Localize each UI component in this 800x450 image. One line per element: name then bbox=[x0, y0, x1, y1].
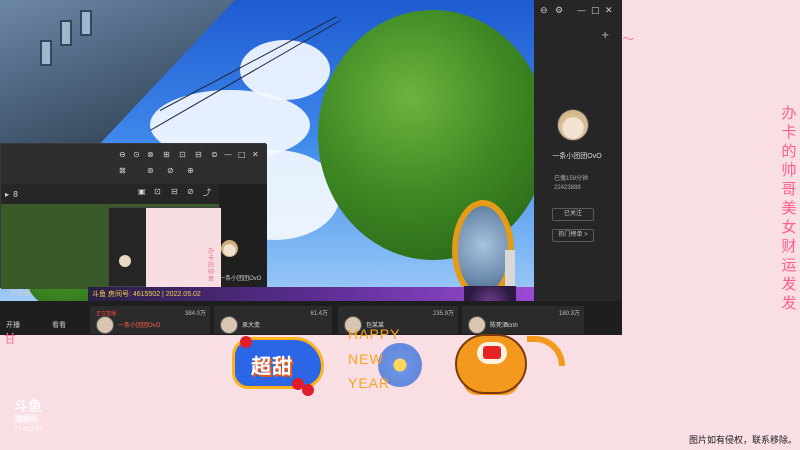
browser-label[interactable]: 浏览器 bbox=[10, 288, 31, 298]
tiger-mascot bbox=[455, 334, 527, 394]
new-year-word: HAPPY bbox=[348, 326, 401, 342]
slogan-char: 发 bbox=[781, 294, 797, 312]
card-name: 一条小团团OvO bbox=[118, 323, 161, 329]
character-thumbnail bbox=[464, 286, 516, 302]
card-avatar bbox=[468, 316, 486, 334]
preview-avatar bbox=[119, 255, 131, 267]
follow-button[interactable]: 已关注 bbox=[552, 208, 594, 221]
logo-subtitle: 直播间 bbox=[14, 414, 39, 423]
close-icon[interactable]: ✕ bbox=[605, 6, 613, 16]
minimize-icon[interactable]: — bbox=[577, 6, 586, 16]
toolbar-icon[interactable]: ⊟ bbox=[195, 150, 202, 159]
toolbar-icon[interactable]: ⊞ bbox=[163, 150, 170, 159]
card-name: 呆大变 bbox=[242, 323, 261, 329]
item-count: 8 bbox=[13, 190, 19, 199]
watch-button[interactable]: 看看 bbox=[52, 320, 66, 330]
new-year-word: YEAR bbox=[348, 375, 391, 391]
tree bbox=[318, 10, 548, 260]
card-avatar bbox=[220, 316, 238, 334]
maximize-icon[interactable]: □ bbox=[238, 150, 246, 159]
card-heat: 384.0万 bbox=[184, 311, 206, 317]
toolbar-icon[interactable]: ⊙ bbox=[133, 150, 140, 159]
cherry-icon bbox=[240, 336, 252, 348]
toolbar-icon[interactable]: ⊖ bbox=[119, 150, 126, 159]
minimize-circle-icon[interactable]: ⊖ bbox=[540, 6, 548, 16]
toolbar-icon[interactable]: ⊘ bbox=[167, 166, 174, 175]
streamer-name-small: 一条小团团OvO bbox=[219, 276, 262, 282]
new-year-word: NEW bbox=[348, 351, 384, 367]
toolbar-icon[interactable]: ⊕ bbox=[187, 166, 194, 175]
monorail-window bbox=[80, 10, 92, 36]
mini-side-text: 办卡的帅哥 bbox=[208, 248, 215, 283]
start-stream-button[interactable]: 开播 bbox=[6, 320, 20, 330]
red-envelope-icon bbox=[483, 346, 501, 359]
slogan-char: 美 bbox=[781, 199, 797, 217]
slogan-char: 办 bbox=[781, 104, 797, 122]
slogan-char: 发 bbox=[781, 275, 797, 293]
hot-rank-button[interactable]: 热门榜单 > bbox=[552, 229, 594, 242]
slogan-char: 运 bbox=[781, 256, 797, 274]
streamer-avatar[interactable] bbox=[557, 109, 589, 141]
stream-card[interactable]: 呆大变 61.4万 bbox=[214, 306, 332, 334]
toolbar-icon[interactable]: ⊡ bbox=[179, 150, 186, 159]
live-duration: 已播159分钟 bbox=[554, 176, 589, 182]
bell-icon[interactable]: ⊘ bbox=[187, 187, 194, 196]
room-id-watermark: 7746287 bbox=[14, 426, 44, 434]
card-name: 陈死酒cnh bbox=[490, 323, 518, 329]
monorail-window bbox=[60, 20, 72, 46]
maximize-icon[interactable]: □ bbox=[591, 6, 600, 16]
decor-glyph: 甘 bbox=[4, 332, 17, 346]
record-icon[interactable]: ▣ bbox=[138, 187, 146, 196]
stream-card[interactable]: 陈死酒cnh 180.3万 bbox=[462, 306, 584, 334]
card-heat: 61.4万 bbox=[310, 311, 328, 317]
close-icon[interactable]: ✕ bbox=[252, 150, 259, 159]
gift-icon[interactable]: ⊟ bbox=[171, 187, 178, 196]
toolbar-icon[interactable]: ⊗ bbox=[147, 150, 154, 159]
minimize-icon[interactable]: — bbox=[224, 150, 232, 159]
card-heat: 235.9万 bbox=[432, 311, 454, 317]
streamer-name: 一条小团团OvO bbox=[552, 153, 602, 160]
sticker-text: 超甜 bbox=[251, 354, 293, 378]
play-indicator-icon: ▸ bbox=[5, 190, 10, 199]
lock-icon[interactable]: ⊡ bbox=[154, 187, 161, 196]
toolbar-icon[interactable]: ⊛ bbox=[147, 166, 154, 175]
streamer-avatar-small[interactable] bbox=[221, 240, 238, 257]
settings-icon[interactable]: ⚙ bbox=[555, 6, 563, 16]
slogan-char: 财 bbox=[781, 237, 797, 255]
card-avatar bbox=[96, 316, 114, 334]
monorail-window bbox=[40, 40, 52, 66]
fan-count: 22423888 bbox=[554, 185, 581, 191]
slogan-char: 帅 bbox=[781, 161, 797, 179]
add-icon[interactable]: + bbox=[601, 30, 609, 41]
copyright-notice: 图片如有侵权，联系移除。 bbox=[689, 435, 798, 445]
slogan-char: 哥 bbox=[781, 180, 797, 198]
card-heat: 180.3万 bbox=[558, 311, 580, 317]
slogan-char: 卡 bbox=[781, 123, 797, 141]
tiger-tail bbox=[527, 336, 565, 366]
toolbar-icon[interactable]: ⊜ bbox=[211, 150, 218, 159]
streamer-panel: ⊖ ⚙ — □ ✕ + bbox=[534, 0, 622, 335]
nested-window-preview bbox=[108, 207, 221, 287]
cherry-icon bbox=[302, 384, 314, 396]
decor-squiggle: 〜 bbox=[622, 32, 635, 46]
slogan-char: 的 bbox=[781, 142, 797, 160]
toolbar-icon[interactable]: ⊠ bbox=[119, 166, 126, 175]
vertical-slogan: 办 卡 的 帅 哥 美 女 财 运 发 发 bbox=[779, 104, 799, 313]
notice-text: 斗鱼 房间号: 4615502 | 2022.05.02 bbox=[92, 291, 201, 298]
live-tag: 正在直播 bbox=[96, 311, 117, 317]
share-icon[interactable]: ⤴ bbox=[203, 187, 211, 198]
slogan-char: 女 bbox=[781, 218, 797, 236]
douyu-logo: 斗鱼 bbox=[14, 399, 42, 415]
